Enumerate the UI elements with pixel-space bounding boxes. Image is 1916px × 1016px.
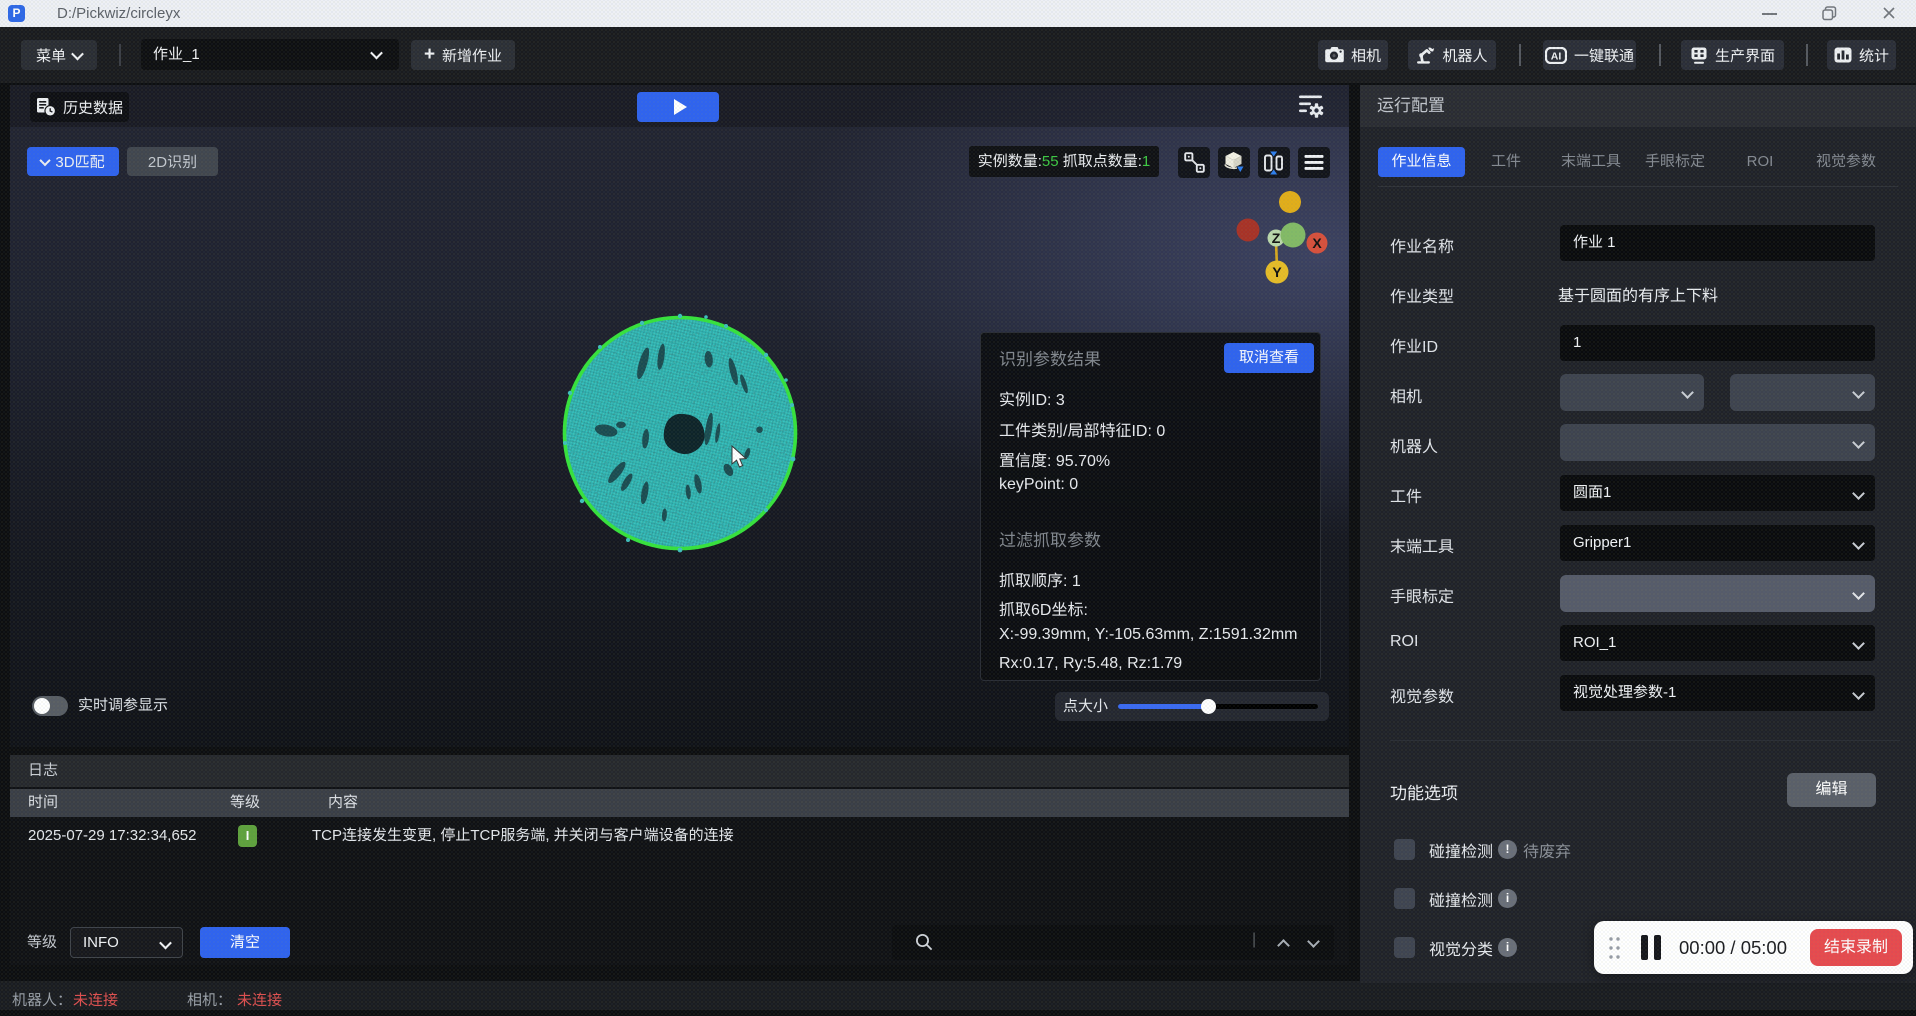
svg-text:Y: Y — [1272, 264, 1282, 280]
svg-text:AI: AI — [1551, 50, 1562, 62]
svg-text:X: X — [1312, 235, 1322, 251]
svg-text:Z: Z — [1272, 230, 1281, 246]
